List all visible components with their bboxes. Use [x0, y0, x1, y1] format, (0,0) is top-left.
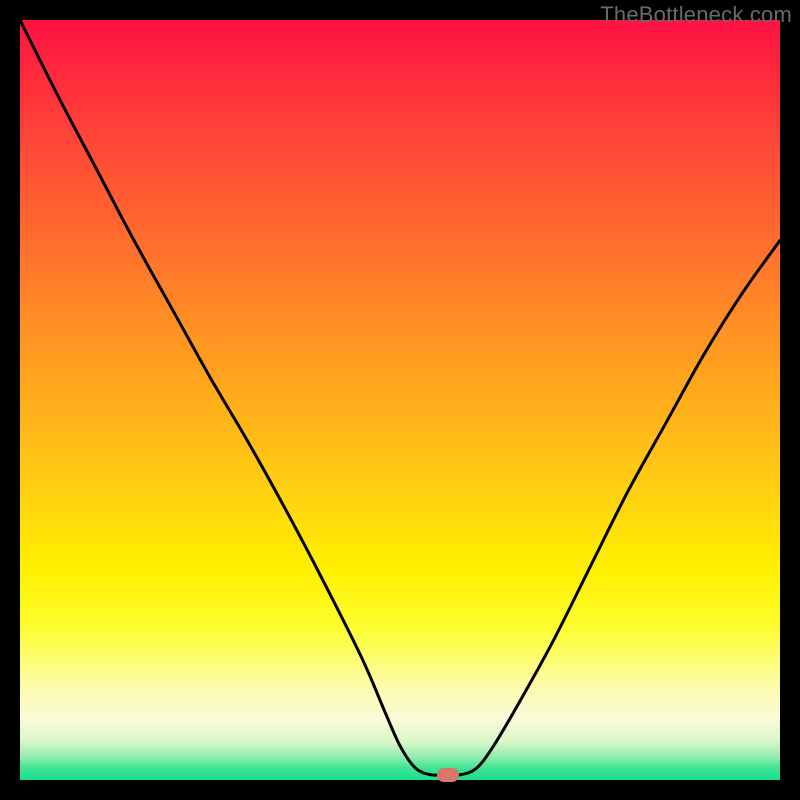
chart-container: TheBottleneck.com: [0, 0, 800, 800]
watermark-text: TheBottleneck.com: [600, 2, 792, 28]
plot-area: [20, 20, 780, 780]
bottleneck-curve: [20, 20, 780, 780]
optimal-point-marker: [437, 768, 459, 782]
